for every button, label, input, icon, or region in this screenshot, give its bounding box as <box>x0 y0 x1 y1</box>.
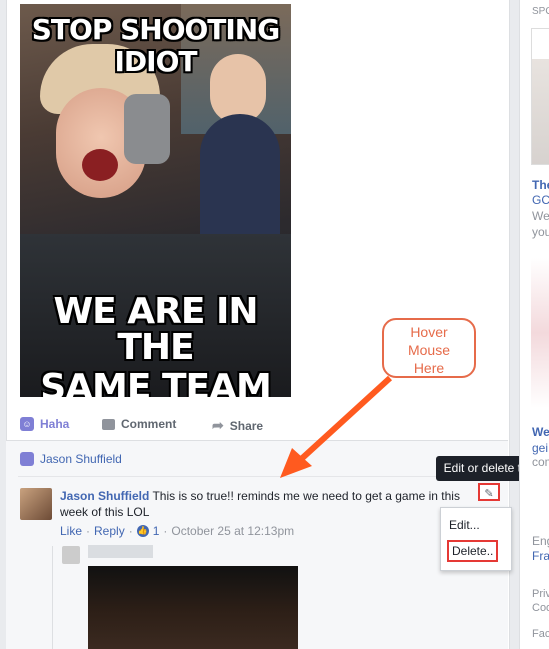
comment-label: Comment <box>121 417 177 431</box>
menu-edit[interactable]: Edit... <box>449 518 480 532</box>
haha-icon: ☺ <box>20 417 34 431</box>
ad-line-5: com <box>532 455 549 469</box>
like-link[interactable]: Like <box>60 524 82 538</box>
ad-image-2[interactable] <box>531 258 549 408</box>
haha-label: Haha <box>40 417 70 431</box>
reply-author-blurred <box>88 545 153 558</box>
ad-title-1[interactable]: The <box>532 178 549 192</box>
hover-callout: Hover Mouse Here <box>382 318 476 378</box>
edit-menu: Edit... Delete.. <box>440 507 512 571</box>
footer-link-cookies[interactable]: Coo <box>532 602 549 614</box>
like-count[interactable]: 1 <box>153 524 160 538</box>
ad-title-2[interactable]: We <box>532 425 549 439</box>
haha-button[interactable]: ☺ Haha <box>20 417 69 431</box>
comment-author[interactable]: Jason Shuffield <box>60 489 149 503</box>
reply-thread-line <box>52 546 53 649</box>
meme-image[interactable]: STOP SHOOTING IDIOT WE ARE IN THE SAME T… <box>20 4 291 397</box>
meme-caption-bottom: WE ARE IN THE SAME TEAM <box>40 291 272 398</box>
reply-link[interactable]: Reply <box>94 524 125 538</box>
edit-pencil-button[interactable]: ✎ <box>478 483 500 501</box>
like-count-icon: 👍 <box>136 525 149 537</box>
sponsored-header: SPO <box>532 6 549 17</box>
language-option[interactable]: Fra <box>532 549 549 563</box>
comment-icon <box>102 418 115 430</box>
comment-button[interactable]: Comment <box>102 417 176 431</box>
ad-line-1[interactable]: GC <box>532 193 549 207</box>
pencil-icon: ✎ <box>484 488 494 500</box>
ad-line-3: you <box>532 225 549 239</box>
ad-line-4[interactable]: gei <box>532 441 548 455</box>
comment-body: Jason Shuffield This is so true!! remind… <box>60 488 470 520</box>
comment-meta: Like · Reply · 👍 1 · October 25 at 12:13… <box>60 524 295 538</box>
share-icon: ➦ <box>212 417 224 433</box>
avatar[interactable] <box>20 488 52 520</box>
ad-image-1[interactable] <box>531 28 549 165</box>
meme-caption-top: STOP SHOOTING IDIOT <box>31 13 280 78</box>
comment-timestamp[interactable]: October 25 at 12:13pm <box>171 524 294 538</box>
menu-delete[interactable]: Delete.. <box>447 540 499 562</box>
reactor-row: Jason Shuffield <box>20 452 122 466</box>
ad-line-2: We <box>532 209 549 223</box>
share-label: Share <box>229 418 264 433</box>
footer-link-privacy[interactable]: Priv <box>532 588 549 600</box>
annotation-arrow <box>280 375 393 478</box>
reply-video-thumbnail[interactable] <box>88 566 298 649</box>
share-button[interactable]: ➦ Share <box>212 417 263 434</box>
reactor-name[interactable]: Jason Shuffield <box>40 452 122 466</box>
language-current: Eng <box>532 534 549 548</box>
haha-reaction-icon <box>20 452 34 466</box>
reply-avatar[interactable] <box>62 546 80 564</box>
footer-link-facebook[interactable]: Fac <box>532 628 549 640</box>
